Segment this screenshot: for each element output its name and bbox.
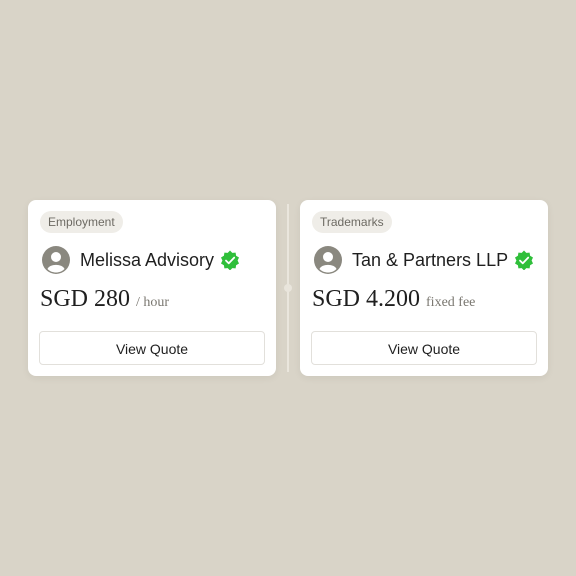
- price-unit: / hour: [136, 295, 170, 310]
- price-amount: SGD 280: [40, 286, 131, 312]
- price-row: SGD 280 / hour: [40, 286, 169, 316]
- user-avatar-icon: [314, 246, 342, 274]
- category-tag: Employment: [40, 211, 123, 233]
- provider-name: Melissa Advisory: [80, 249, 215, 270]
- provider-name-row: Tan & Partners LLP: [352, 248, 534, 272]
- quote-card-tan-partners: Trademarks Tan & Partners LLP SGD 4.200 …: [300, 200, 548, 376]
- provider-name: Tan & Partners LLP: [352, 249, 509, 270]
- price-row: SGD 4.200 fixed fee: [312, 286, 475, 316]
- provider-name-row: Melissa Advisory: [80, 248, 240, 272]
- verified-badge-icon: [221, 250, 240, 270]
- price-amount: SGD 4.200: [312, 286, 421, 312]
- verified-badge-icon: [515, 250, 534, 270]
- category-tag: Trademarks: [312, 211, 392, 233]
- price-unit: fixed fee: [426, 295, 476, 310]
- quote-card-melissa-advisory: Employment Melissa Advisory SGD 280 / ho…: [28, 200, 276, 376]
- view-quote-button[interactable]: View Quote: [39, 331, 265, 365]
- divider-dot: [284, 284, 292, 292]
- view-quote-button[interactable]: View Quote: [311, 331, 537, 365]
- user-avatar-icon: [42, 246, 70, 274]
